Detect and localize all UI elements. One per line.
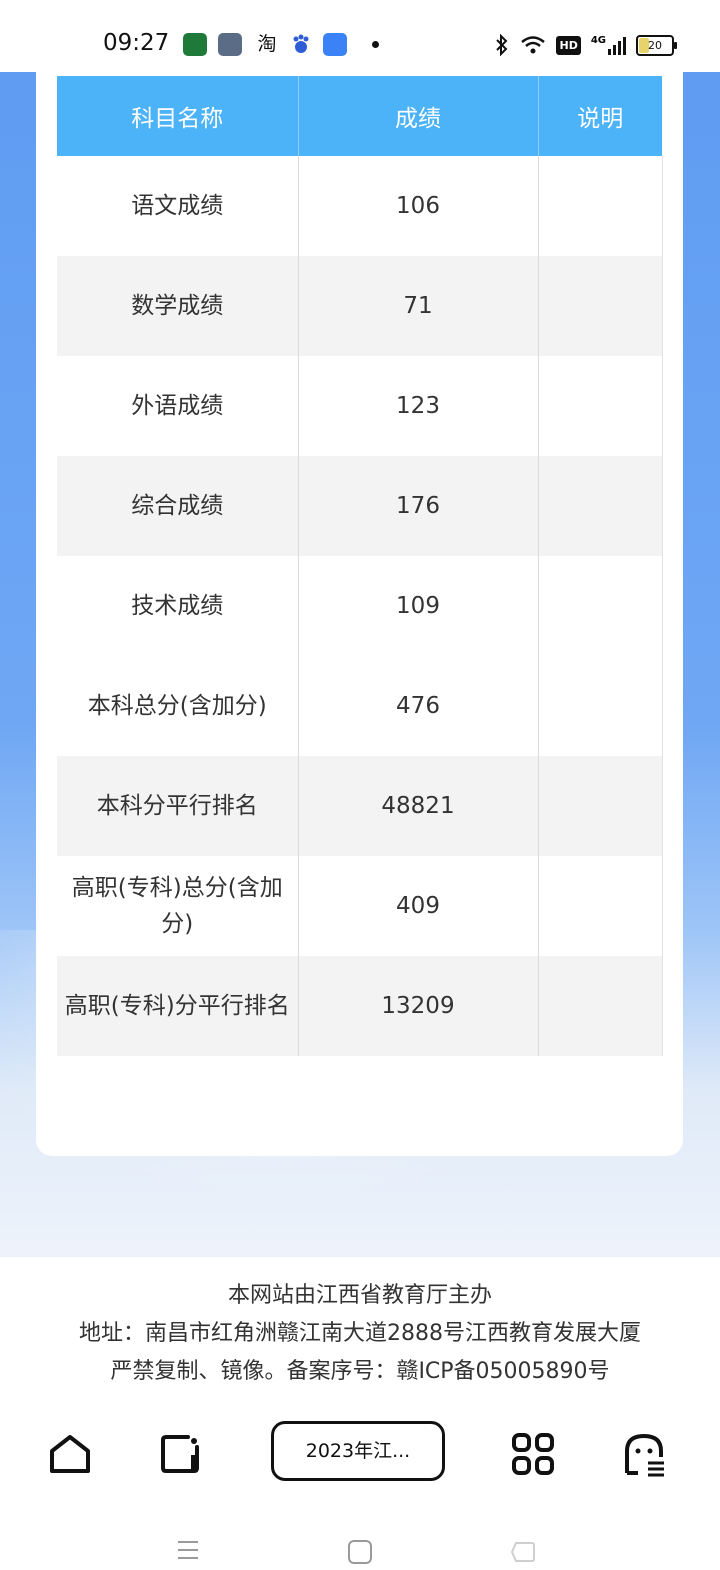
footer-address: 地址：南昌市红角洲赣江南大道2888号江西教育发展大厦 xyxy=(79,1321,641,1346)
note-cell xyxy=(538,356,663,456)
header-score: 成绩 xyxy=(298,76,539,156)
note-cell xyxy=(538,556,663,656)
site-footer: 本网站由江西省教育厅主办 地址：南昌市红角洲赣江南大道2888号江西教育发展大厦… xyxy=(0,1257,720,1407)
footer-icp: 严禁复制、镜像。备案序号：赣ICP备05005890号 xyxy=(110,1359,610,1384)
address-bar-pill[interactable]: 2023年江... xyxy=(271,1421,445,1481)
table-row: 综合成绩 176 xyxy=(57,456,663,556)
menu-ghost-icon[interactable] xyxy=(622,1431,668,1477)
table-row: 数学成绩 71 xyxy=(57,256,663,356)
table-row: 高职(专科)总分(含加分) 409 xyxy=(57,856,663,956)
note-cell xyxy=(538,156,663,256)
note-cell xyxy=(538,856,663,956)
apps-grid-icon[interactable] xyxy=(510,1431,556,1477)
note-cell xyxy=(538,456,663,556)
score-cell: 109 xyxy=(298,556,539,656)
table-row: 本科分平行排名 48821 xyxy=(57,756,663,856)
subject-cell: 数学成绩 xyxy=(57,256,299,356)
status-time: 09:27 xyxy=(103,30,170,56)
home-icon[interactable] xyxy=(47,1431,93,1477)
chat-app-icon xyxy=(323,33,347,56)
table-row: 语文成绩 106 xyxy=(57,156,663,256)
table-header-row: 科目名称 成绩 说明 xyxy=(57,76,662,156)
subject-cell: 语文成绩 xyxy=(57,156,299,256)
notification-dot-icon xyxy=(372,41,379,48)
score-cell: 48821 xyxy=(298,756,539,856)
table-row: 高职(专科)分平行排名 13209 xyxy=(57,956,663,1056)
score-cell: 106 xyxy=(298,156,539,256)
signal-icon: 4G xyxy=(591,35,626,55)
bluetooth-icon xyxy=(496,34,508,56)
note-cell xyxy=(538,956,663,1056)
subject-cell: 综合成绩 xyxy=(57,456,299,556)
oppo-app-icon xyxy=(183,33,207,56)
battery-icon: 20 xyxy=(636,34,677,56)
subject-cell: 技术成绩 xyxy=(57,556,299,656)
score-cell: 13209 xyxy=(298,956,539,1056)
tabs-icon[interactable] xyxy=(158,1431,204,1477)
score-cell: 123 xyxy=(298,356,539,456)
score-cell: 476 xyxy=(298,656,539,756)
home-square-icon[interactable] xyxy=(347,1539,373,1565)
photo-app-icon xyxy=(218,33,242,56)
score-cell: 71 xyxy=(298,256,539,356)
table-row: 外语成绩 123 xyxy=(57,356,663,456)
table-row: 本科总分(含加分) 476 xyxy=(57,656,663,756)
back-icon[interactable] xyxy=(510,1539,536,1565)
hd-badge: HD xyxy=(556,35,581,55)
footer-sponsor: 本网站由江西省教育厅主办 xyxy=(227,1283,492,1308)
baidu-icon xyxy=(290,33,314,56)
score-table: 科目名称 成绩 说明 语文成绩 106 数学成绩 71 外语成绩 123 综合成… xyxy=(57,76,663,1056)
taobao-icon: 淘 xyxy=(257,33,277,55)
score-cell: 176 xyxy=(298,456,539,556)
system-nav-bar xyxy=(0,1507,720,1570)
subject-cell: 外语成绩 xyxy=(57,356,299,456)
subject-cell: 本科总分(含加分) xyxy=(57,656,299,756)
score-cell: 409 xyxy=(298,856,539,956)
menu-icon[interactable] xyxy=(176,1539,200,1561)
wifi-icon xyxy=(521,36,546,54)
subject-cell: 高职(专科)总分(含加分) xyxy=(57,856,299,956)
note-cell xyxy=(538,256,663,356)
note-cell xyxy=(538,656,663,756)
subject-cell: 本科分平行排名 xyxy=(57,756,299,856)
note-cell xyxy=(538,756,663,856)
browser-bottom-nav: 2023年江... xyxy=(0,1407,720,1507)
header-note: 说明 xyxy=(538,76,662,156)
status-bar: 09:27 淘 HD 4G 20 xyxy=(0,0,720,72)
table-row: 技术成绩 109 xyxy=(57,556,663,656)
header-subject: 科目名称 xyxy=(57,76,299,156)
subject-cell: 高职(专科)分平行排名 xyxy=(57,956,299,1056)
